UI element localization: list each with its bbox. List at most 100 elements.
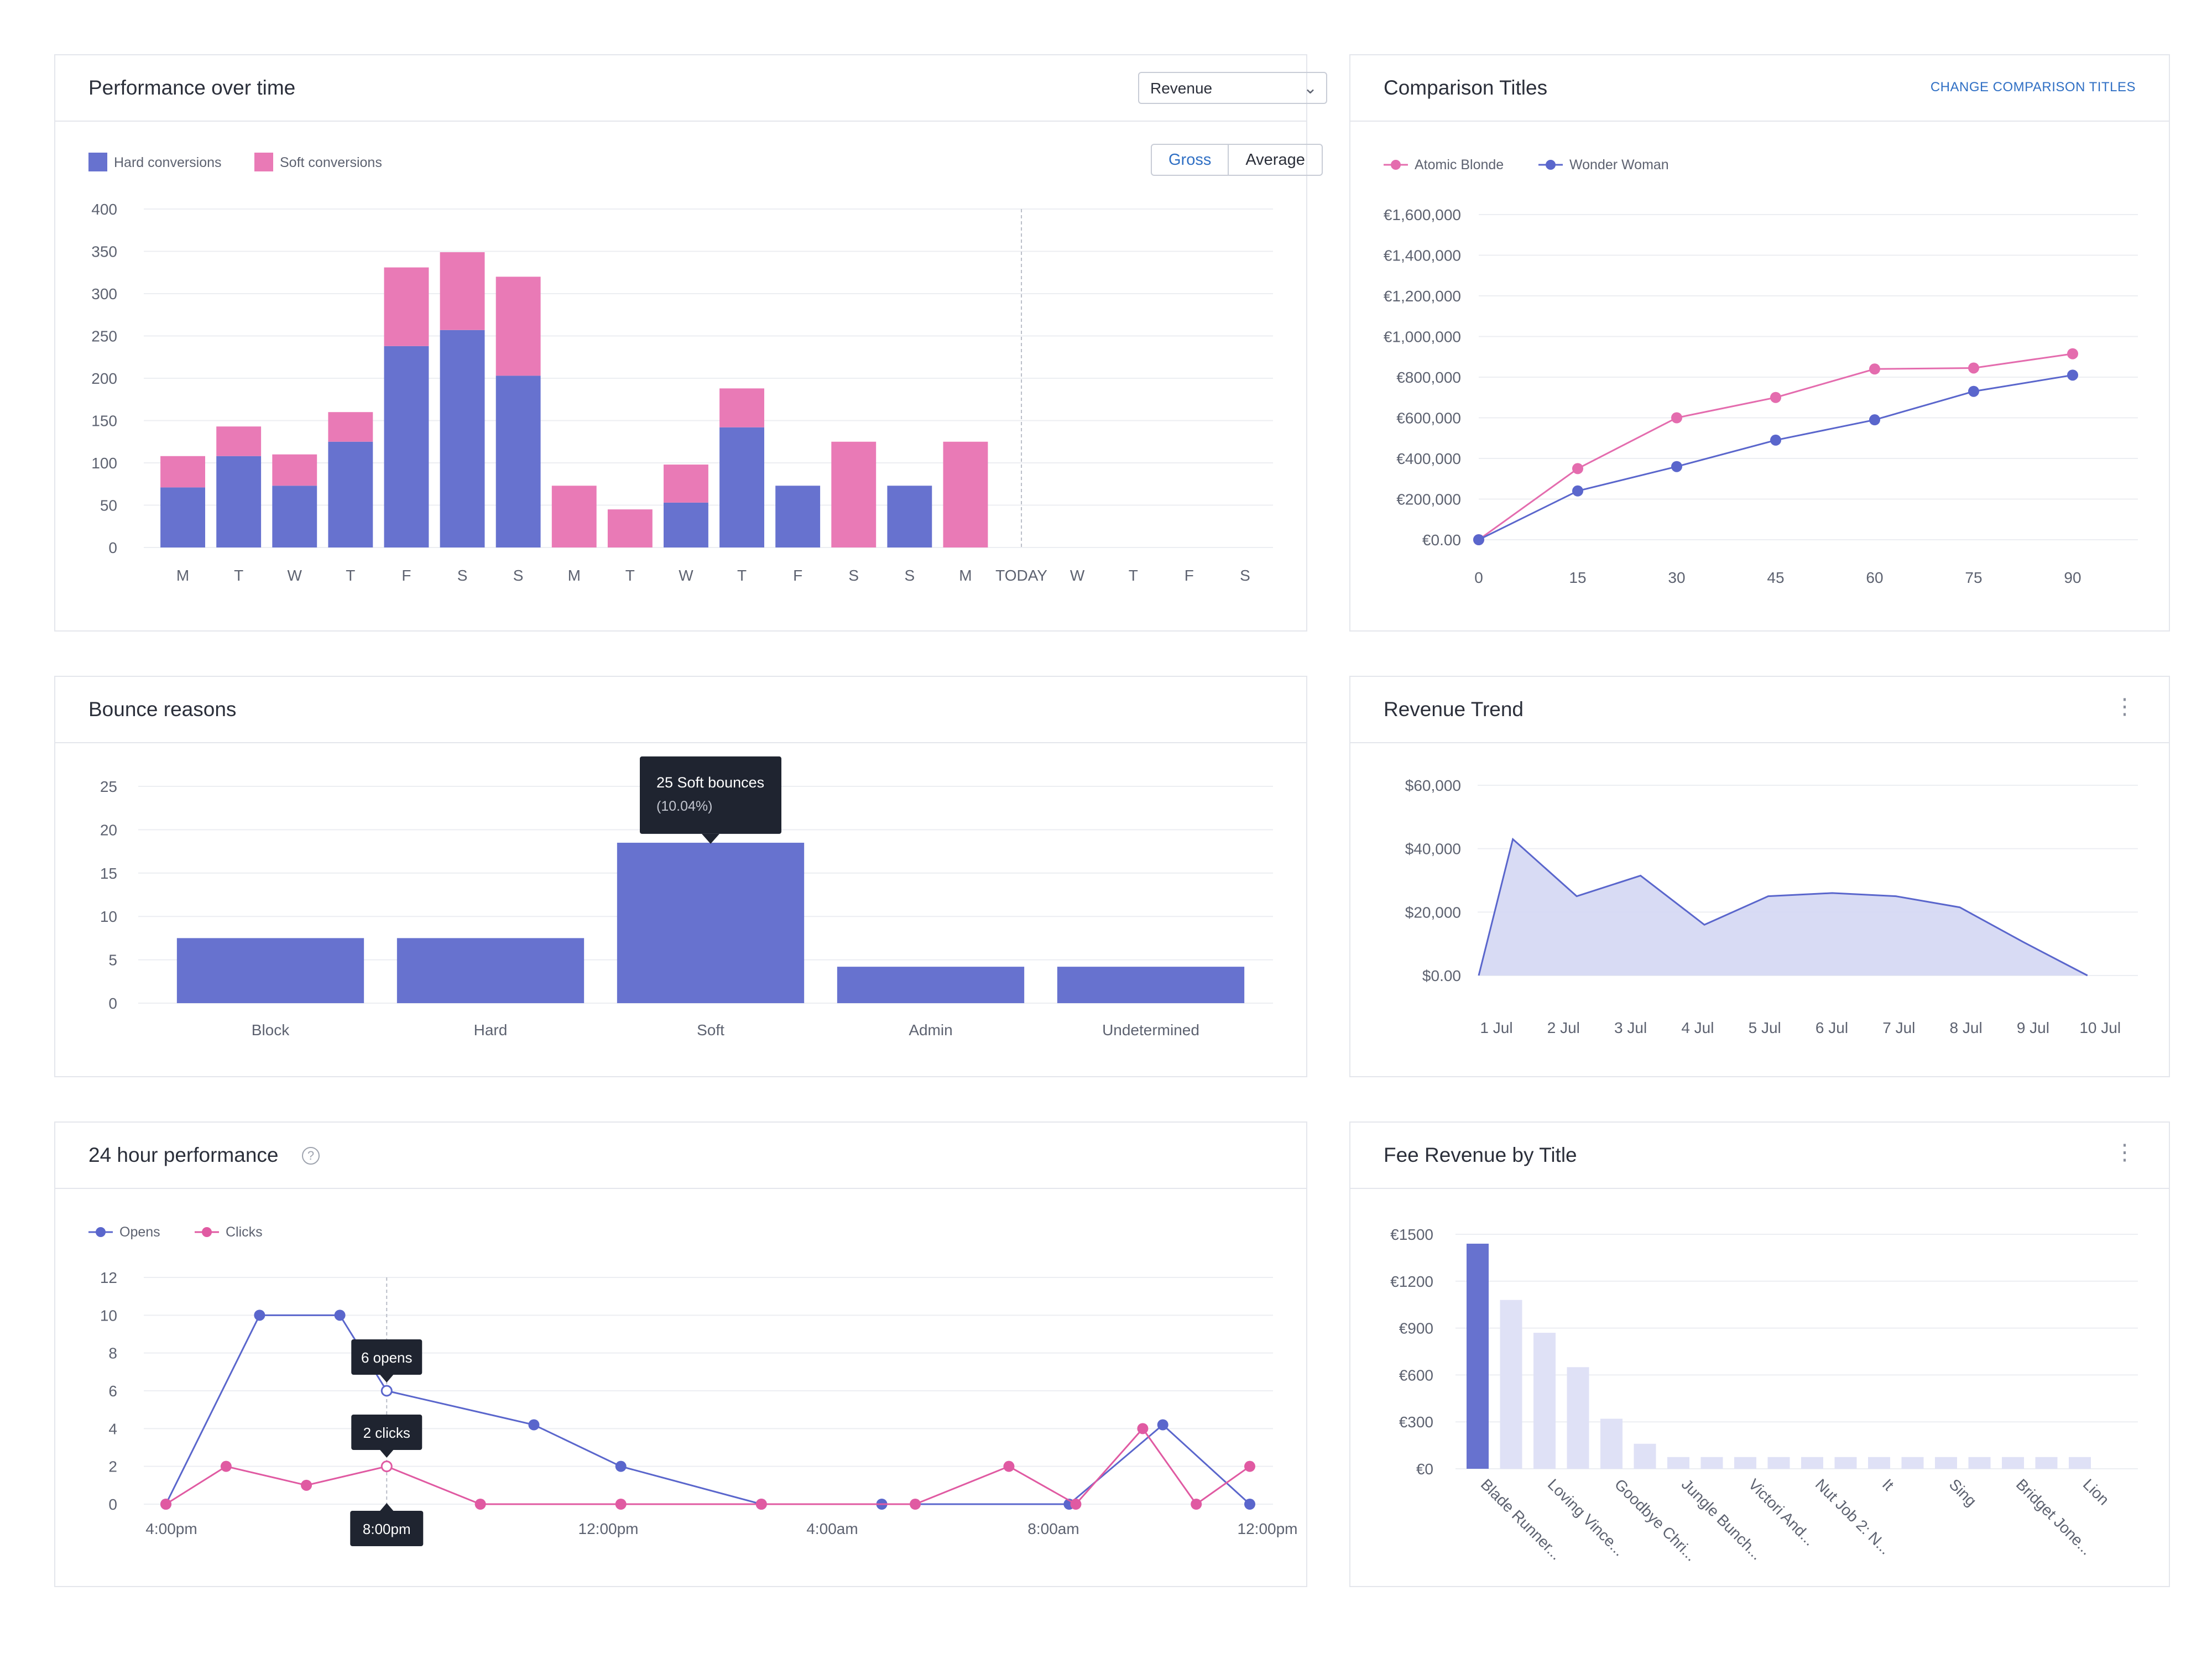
legend-label-1: Wonder Woman: [1569, 157, 1669, 173]
clicks-tooltip-text: 2 clicks: [363, 1425, 410, 1441]
bounce-card: Bounce reasons 0 5 10 15 20 25 Block Hard Soft 25…: [54, 676, 1307, 1077]
bar-0: [1467, 1243, 1489, 1469]
point-1-12: [1244, 1460, 1255, 1472]
y-tick-label: €0: [1416, 1460, 1433, 1478]
y-tick-label: 2: [108, 1458, 117, 1475]
point-0-1: [1572, 463, 1583, 474]
time-tooltip-text: 8:00pm: [363, 1521, 411, 1537]
bar-0-11: [775, 486, 821, 547]
y-tick-label: €1,400,000: [1384, 247, 1461, 264]
x-tick-label: S: [513, 567, 524, 584]
series-line-0: [1478, 353, 2073, 541]
comparison-card: Comparison Titles CHANGE COMPARISON TITL…: [1349, 54, 2170, 632]
opens-tooltip-text: 6 opens: [361, 1349, 413, 1366]
bar-0-3: [328, 441, 373, 547]
bar-1-7: [551, 486, 597, 547]
x-tick-label: F: [1185, 567, 1194, 584]
x-tick-label: F: [401, 567, 411, 584]
bar-5: [1634, 1443, 1656, 1469]
point-1-3: [1770, 434, 1781, 446]
y-tick-label: $0.00: [1422, 967, 1461, 984]
tooltip-box: [640, 756, 781, 834]
y-tick-label: 25: [100, 778, 117, 795]
y-tick-label: 4: [108, 1420, 117, 1437]
bar-0-13: [887, 486, 932, 547]
point-1-6: [2067, 369, 2078, 381]
legend-label-0: Atomic Blonde: [1415, 157, 1504, 173]
y-tick-label: 200: [91, 370, 117, 387]
point-0-1: [254, 1310, 265, 1321]
point-0-2: [1671, 412, 1682, 424]
area-fill: [1479, 839, 2088, 975]
x-tick-label: T: [737, 567, 747, 584]
y-tick-label: €1500: [1390, 1226, 1433, 1243]
bar-0-4: [384, 346, 429, 547]
x-tick-label: S: [1240, 567, 1250, 584]
hour24-card: 24 hour performance ? Opens Clicks 0 2 4 6 8 10…: [54, 1121, 1307, 1587]
y-tick-label: 250: [91, 328, 117, 345]
point-1-1: [220, 1460, 232, 1472]
bar-block: [176, 938, 364, 1003]
y-tick-label: €900: [1399, 1320, 1433, 1337]
x-tick-label: 4 Jul: [1681, 1019, 1714, 1036]
bar-1-6: [495, 276, 541, 376]
bar-8: [1734, 1457, 1756, 1469]
bar-hard: [397, 938, 585, 1003]
y-tick-label: 0: [108, 1496, 117, 1513]
y-tick-label: 10: [100, 908, 117, 925]
y-tick-label: €200,000: [1396, 491, 1461, 508]
point-1-7: [910, 1499, 921, 1510]
x-tick-label: 8 Jul: [1950, 1019, 1983, 1036]
series-line-0: [165, 1314, 1251, 1505]
x-tick-label: T: [234, 567, 243, 584]
y-tick-label: 100: [91, 455, 117, 472]
bar-1-2: [272, 454, 317, 486]
x-tick-label: Undetermined: [1102, 1021, 1199, 1039]
point-0-3: [1770, 392, 1781, 403]
bar-0-5: [440, 330, 485, 547]
x-tick-label: T: [1129, 567, 1138, 584]
revenue-trend-card: Revenue Trend ⋮ $0.00 $20,000 $40,000 $60,0…: [1349, 676, 2170, 1077]
bar-6: [1667, 1457, 1689, 1469]
y-tick-label: 400: [91, 201, 117, 218]
y-tick-label: 0: [108, 539, 117, 556]
y-tick-label: 50: [100, 497, 117, 514]
bar-1-0: [160, 456, 205, 488]
x-tick-label: W: [679, 567, 693, 584]
x-tick-label: M: [959, 567, 972, 584]
fee-chart: €0€300€600€900€1200€1500Blade Runner...L…: [1390, 1226, 2138, 1564]
point-1-0: [160, 1499, 171, 1510]
opens-tooltip-arrow: [380, 1375, 394, 1383]
legend-dot-0: [1391, 160, 1401, 170]
comparison-chart: Atomic Blonde Wonder Woman €0.00 €200,000 €4…: [1384, 157, 2138, 586]
y-tick-label: €400,000: [1396, 450, 1461, 467]
point-1-10: [1137, 1423, 1149, 1434]
point-1-6: [755, 1499, 767, 1510]
x-tick-label: 10 Jul: [2079, 1019, 2121, 1036]
y-tick-label: 350: [91, 243, 117, 260]
bar-7: [1700, 1457, 1723, 1469]
bar-0-1: [216, 456, 262, 547]
legend-dot-1: [202, 1227, 212, 1237]
legend-label-0: Hard conversions: [114, 155, 222, 170]
legend-label-1: Clicks: [226, 1224, 263, 1240]
x-tick-label: 12:00pm: [578, 1520, 639, 1537]
y-tick-label: 300: [91, 285, 117, 302]
bounce-chart: 0 5 10 15 20 25 Block Hard Soft 25 Soft bounces (1…: [100, 756, 1273, 1039]
bar-1-10: [719, 388, 764, 427]
point-0-5: [615, 1460, 627, 1472]
x-tick-label: Sing: [1946, 1475, 1980, 1510]
x-tick-label: 1 Jul: [1480, 1019, 1512, 1036]
y-tick-label: 6: [108, 1383, 117, 1400]
y-tick-label: 150: [91, 413, 117, 430]
x-tick-label: S: [905, 567, 915, 584]
bar-0-0: [160, 487, 205, 547]
x-tick-label: T: [346, 567, 355, 584]
x-tick-label: S: [457, 567, 468, 584]
bar-1: [1500, 1300, 1522, 1469]
x-tick-label: 45: [1767, 569, 1784, 586]
bar-3: [1567, 1367, 1589, 1469]
x-tick-label: Hard: [474, 1021, 508, 1039]
y-tick-label: 15: [100, 865, 117, 882]
x-tick-label: 6 Jul: [1815, 1019, 1848, 1036]
